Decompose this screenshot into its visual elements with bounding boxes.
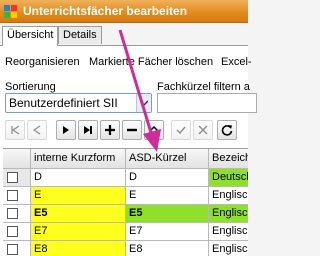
row-selector[interactable] <box>3 205 31 223</box>
header-corner <box>3 149 31 169</box>
table-row[interactable]: E7E7Englisch, Be <box>3 223 248 241</box>
table-header: interne Kurzform ASD-Kürzel Bezeichnung <box>3 149 248 169</box>
cell-bezeichnung[interactable]: Englisch, Be <box>209 241 248 256</box>
next-icon[interactable] <box>56 120 76 140</box>
cell-asd[interactable]: D <box>126 169 209 187</box>
cancel-icon[interactable] <box>193 120 213 140</box>
row-selector[interactable] <box>3 169 31 187</box>
row-checkbox[interactable] <box>7 244 18 255</box>
delete-marked-link[interactable]: Markierte Fächer löschen <box>89 56 213 68</box>
tab-content: Reorganisieren Markierte Fächer löschen … <box>0 46 257 256</box>
confirm-icon[interactable] <box>171 120 191 140</box>
prev-icon[interactable] <box>27 120 47 140</box>
cell-bezeichnung[interactable]: Englisch, Be <box>209 223 248 241</box>
refresh-icon[interactable] <box>217 120 237 140</box>
window-title: Unterrichtsfächer bearbeiten <box>23 4 188 18</box>
title-bar: Unterrichtsfächer bearbeiten <box>0 0 248 23</box>
cell-asd[interactable]: E8 <box>126 241 209 256</box>
cell-bezeichnung[interactable]: Deutsch <box>209 169 248 187</box>
delete-icon[interactable] <box>122 120 142 140</box>
sort-value: Benutzerdefiniert SII <box>9 96 118 110</box>
table-row[interactable]: EEEnglisch <box>3 187 248 205</box>
first-icon[interactable] <box>5 120 25 140</box>
cell-bezeichnung[interactable]: Englisch, Be <box>209 205 248 223</box>
cell-asd[interactable]: E5 <box>126 205 209 223</box>
column-header-bezeichnung[interactable]: Bezeichnung <box>209 149 248 169</box>
tab-label: Übersicht <box>7 29 54 41</box>
filter-input[interactable] <box>157 93 257 113</box>
tab-uebersicht[interactable]: Übersicht <box>2 26 59 46</box>
last-icon[interactable] <box>78 120 98 140</box>
excel-link[interactable]: Excel- <box>221 56 252 68</box>
filter-label: Fachkürzel filtern a <box>157 81 250 93</box>
table-row[interactable]: E5E5Englisch, Be <box>3 205 248 223</box>
cell-kurzform[interactable]: D <box>31 169 126 187</box>
row-checkbox[interactable] <box>7 172 18 183</box>
cell-bezeichnung[interactable]: Englisch <box>209 187 248 205</box>
save-icon[interactable] <box>144 120 164 140</box>
cell-kurzform[interactable]: E7 <box>31 223 126 241</box>
cell-asd[interactable]: E <box>126 187 209 205</box>
row-checkbox[interactable] <box>7 208 18 219</box>
sort-select[interactable]: Benutzerdefiniert SII <box>5 93 152 113</box>
column-header-asd[interactable]: ASD-Kürzel <box>126 149 209 169</box>
row-selector[interactable] <box>3 223 31 241</box>
tab-label: Details <box>63 29 97 41</box>
chevron-down-icon[interactable] <box>136 94 151 112</box>
cell-asd[interactable]: E7 <box>126 223 209 241</box>
table-row[interactable]: DDDeutsch <box>3 169 248 187</box>
cell-kurzform[interactable]: E8 <box>31 241 126 256</box>
tab-details[interactable]: Details <box>58 26 102 44</box>
row-selector[interactable] <box>3 187 31 205</box>
app-icon <box>4 4 17 18</box>
reorganize-link[interactable]: Reorganisieren <box>5 56 80 68</box>
add-icon[interactable] <box>100 120 120 140</box>
cell-kurzform[interactable]: E <box>31 187 126 205</box>
row-checkbox[interactable] <box>7 226 18 237</box>
column-header-kurzform[interactable]: interne Kurzform <box>31 149 126 169</box>
table-row[interactable]: E8E8Englisch, Be <box>3 241 248 256</box>
row-checkbox[interactable] <box>7 190 18 201</box>
row-selector[interactable] <box>3 241 31 256</box>
subjects-table: interne Kurzform ASD-Kürzel Bezeichnung … <box>3 148 248 256</box>
cell-kurzform[interactable]: E5 <box>31 205 126 223</box>
tab-bar: Übersicht Details <box>0 26 248 46</box>
sort-label: Sortierung <box>5 81 56 93</box>
